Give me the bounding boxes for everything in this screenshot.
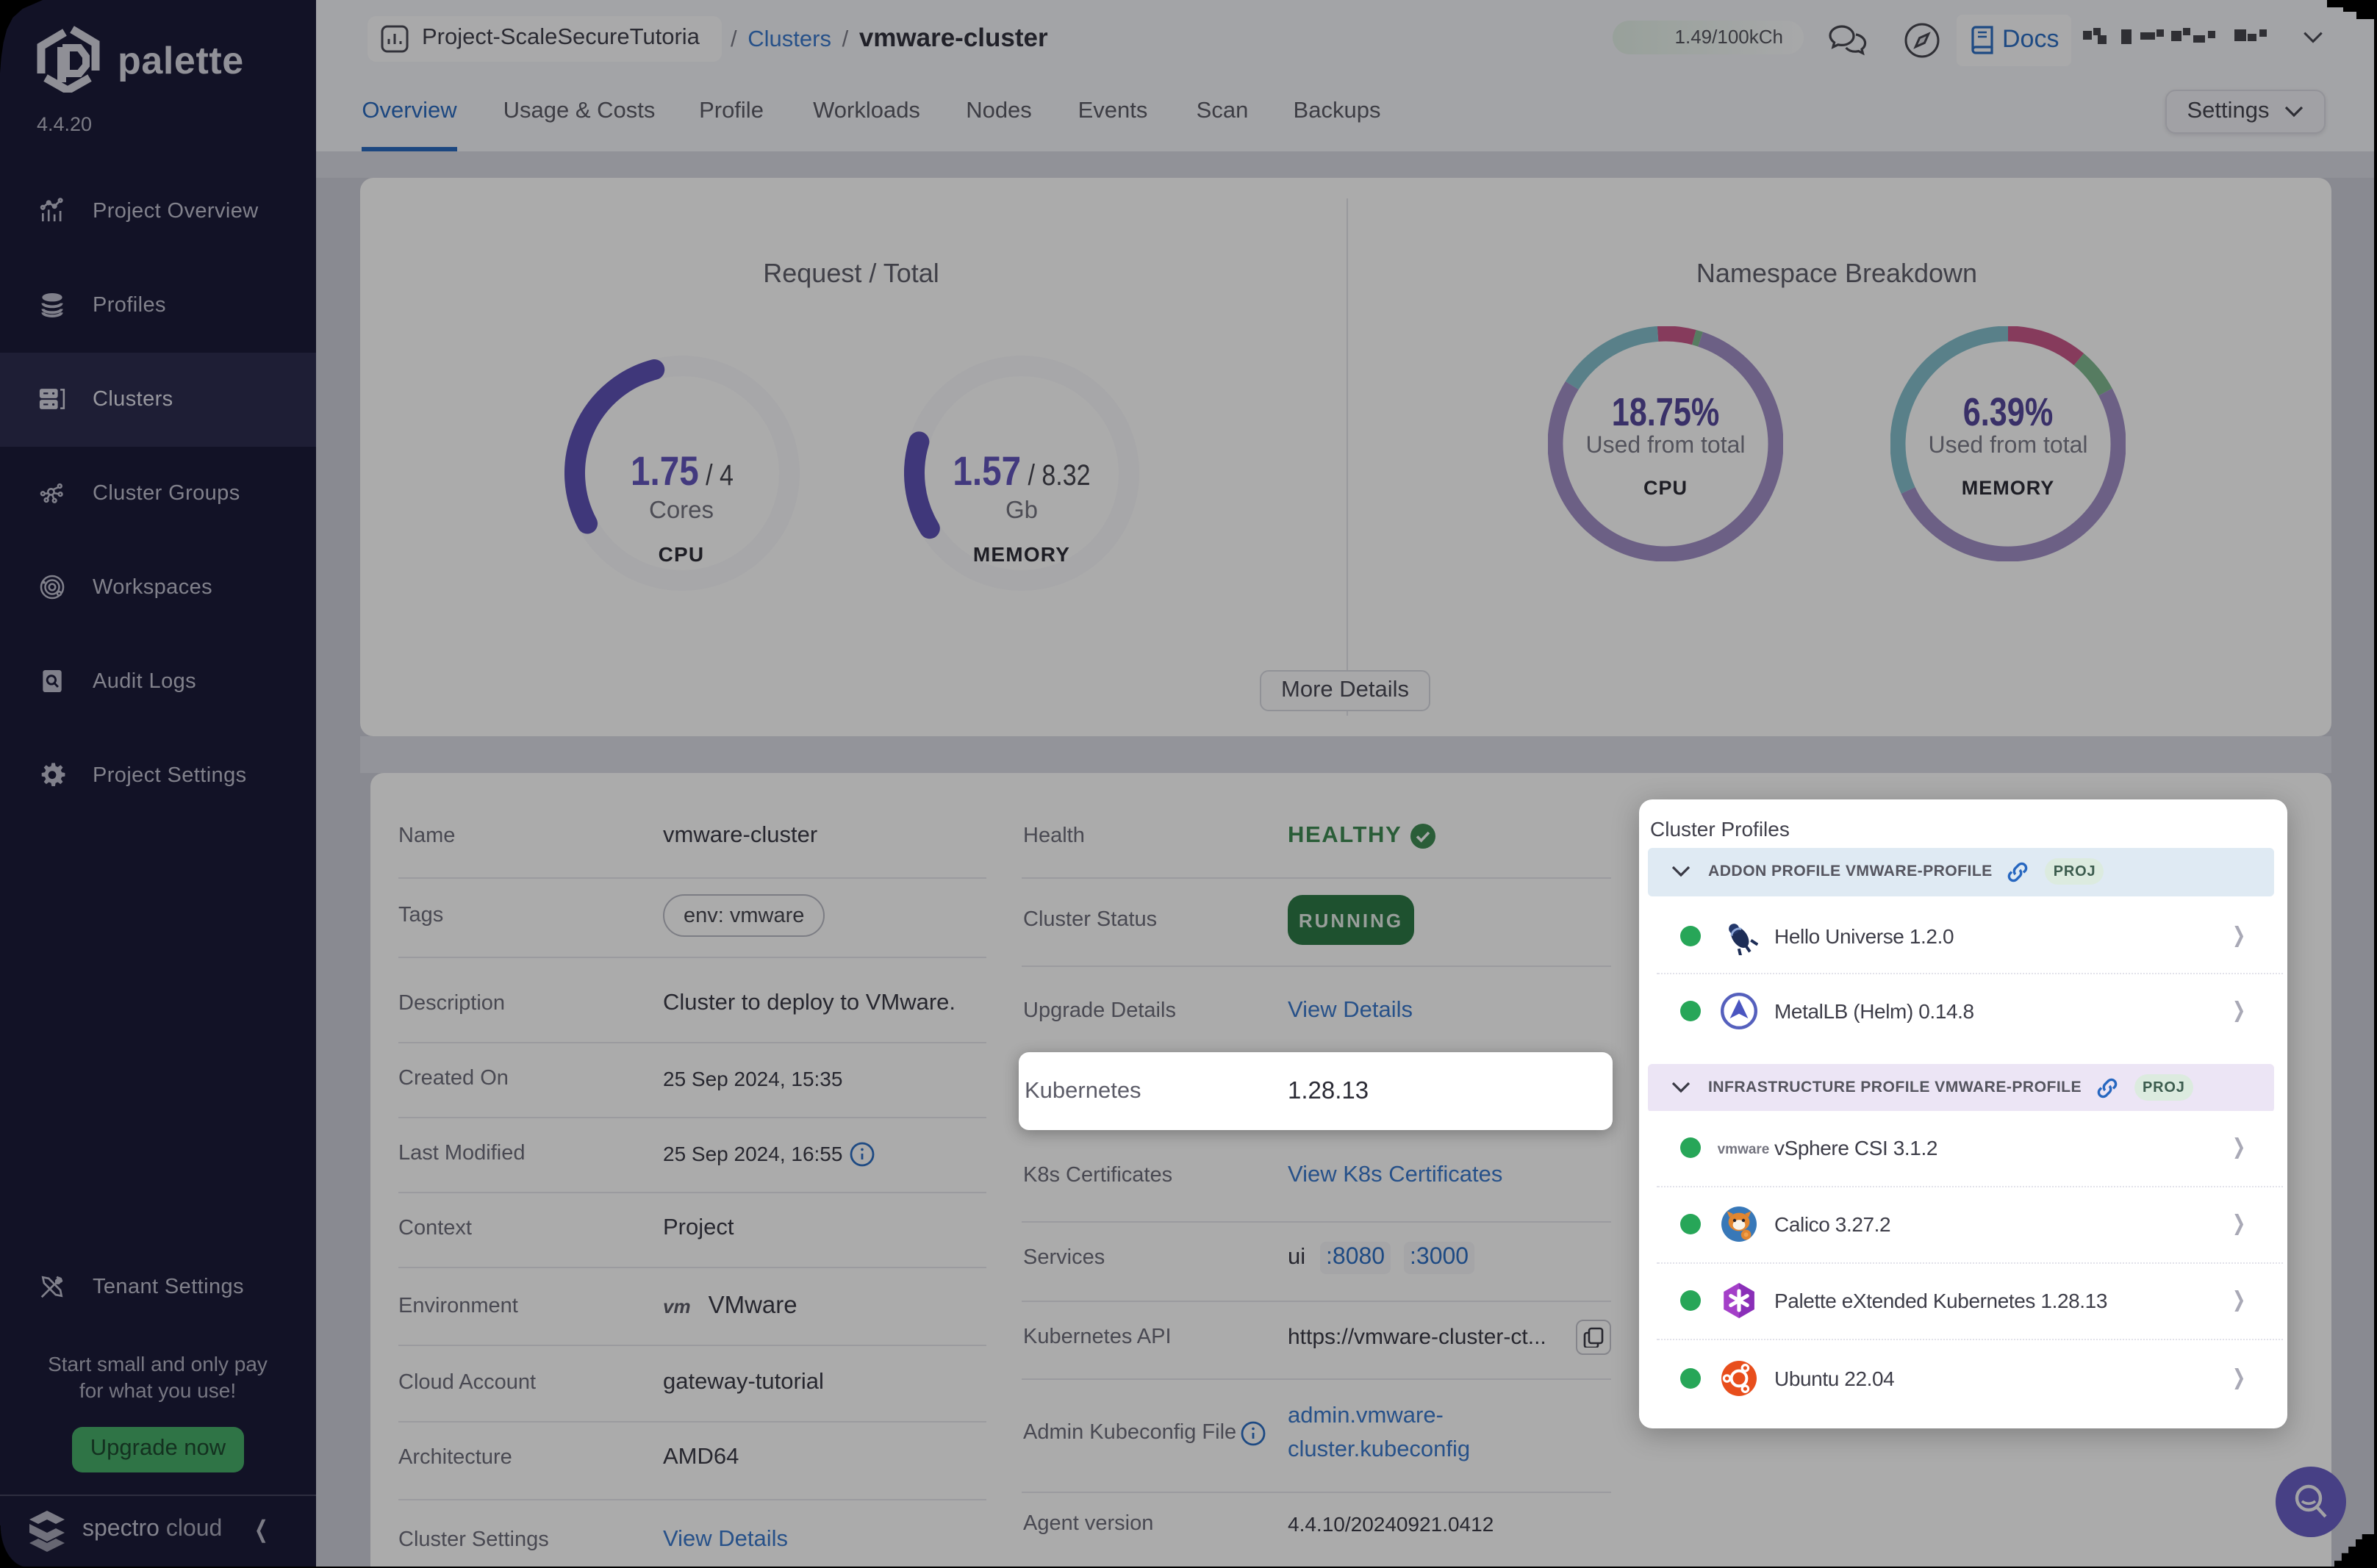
svg-text:vmware: vmware	[1718, 1142, 1770, 1157]
